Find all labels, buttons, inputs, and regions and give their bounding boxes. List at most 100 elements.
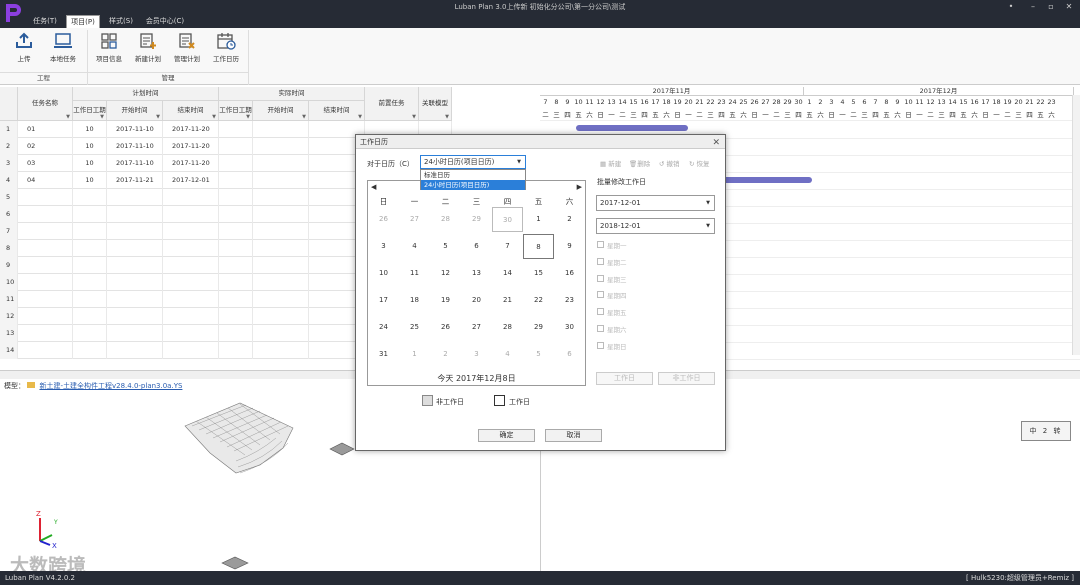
- calendar-day[interactable]: 2: [554, 207, 585, 232]
- calendar-day[interactable]: 14: [492, 261, 523, 286]
- feedback-icon[interactable]: •: [1000, 0, 1022, 14]
- weekday-checkbox[interactable]: [597, 257, 604, 265]
- work-calendar-button[interactable]: 工作日历: [207, 32, 245, 63]
- task-name-cell[interactable]: [18, 308, 73, 325]
- actual-start-cell[interactable]: [253, 172, 309, 189]
- calendar-day[interactable]: 29: [461, 207, 492, 232]
- actual-start-cell[interactable]: [253, 257, 309, 274]
- workdays-cell[interactable]: [73, 274, 107, 291]
- task-name-cell[interactable]: [18, 291, 73, 308]
- calendar-day[interactable]: 28: [430, 207, 461, 232]
- calendar-day[interactable]: 16: [554, 261, 585, 286]
- task-name-cell[interactable]: [18, 206, 73, 223]
- calendar-day[interactable]: 24: [368, 315, 399, 340]
- task-name-cell[interactable]: 02: [18, 138, 73, 155]
- new-plan-button[interactable]: 新建计划: [129, 32, 167, 63]
- filter-icon[interactable]: ▼: [302, 114, 306, 120]
- actual-start-cell[interactable]: [253, 325, 309, 342]
- end-date-cell[interactable]: [163, 240, 219, 257]
- weekday-checkbox[interactable]: [597, 308, 604, 316]
- calendar-day[interactable]: 20: [461, 288, 492, 313]
- workdays-cell[interactable]: 10: [73, 121, 107, 138]
- dropdown-option-standard[interactable]: 标准日历: [421, 170, 525, 180]
- actual-workdays-cell[interactable]: [219, 206, 253, 223]
- calendar-day[interactable]: 30: [492, 207, 523, 232]
- start-date-cell[interactable]: [107, 308, 163, 325]
- actual-workdays-cell[interactable]: [219, 240, 253, 257]
- end-date-cell[interactable]: [163, 274, 219, 291]
- calendar-day[interactable]: 30: [554, 315, 585, 340]
- calendar-day[interactable]: 11: [399, 261, 430, 286]
- actual-workdays-cell[interactable]: [219, 342, 253, 359]
- start-date-cell[interactable]: [107, 189, 163, 206]
- workdays-cell[interactable]: [73, 325, 107, 342]
- calendar-day[interactable]: 23: [554, 288, 585, 313]
- calendar-day[interactable]: 18: [399, 288, 430, 313]
- tab-member-center[interactable]: 会员中心(C): [142, 15, 188, 28]
- end-date-cell[interactable]: [163, 291, 219, 308]
- date-from-select[interactable]: 2017-12-01 ▼: [596, 195, 715, 211]
- calendar-day[interactable]: 4: [492, 342, 523, 367]
- end-date-cell[interactable]: [163, 342, 219, 359]
- workdays-cell[interactable]: 10: [73, 155, 107, 172]
- col-predecessor[interactable]: 前置任务 ▼: [365, 87, 419, 121]
- workdays-cell[interactable]: 10: [73, 138, 107, 155]
- calendar-day[interactable]: 2: [430, 342, 461, 367]
- calendar-day[interactable]: 6: [461, 234, 492, 259]
- workdays-cell[interactable]: [73, 291, 107, 308]
- calendar-day[interactable]: 12: [430, 261, 461, 286]
- actual-workdays-cell[interactable]: [219, 138, 253, 155]
- next-month-icon[interactable]: ▶: [577, 183, 582, 191]
- calendar-day[interactable]: 26: [430, 315, 461, 340]
- calendar-day[interactable]: 5: [523, 342, 554, 367]
- col-planned-end[interactable]: 结束时间 ▼: [163, 101, 219, 121]
- col-actual-end[interactable]: 结束时间 ▼: [309, 101, 365, 121]
- workdays-cell[interactable]: [73, 257, 107, 274]
- calendar-day[interactable]: 22: [523, 288, 554, 313]
- actual-workdays-cell[interactable]: [219, 257, 253, 274]
- calendar-day[interactable]: 3: [461, 342, 492, 367]
- actual-start-cell[interactable]: [253, 308, 309, 325]
- task-name-cell[interactable]: 01: [18, 121, 73, 138]
- workdays-cell[interactable]: [73, 223, 107, 240]
- col-actual-start[interactable]: 开始时间 ▼: [253, 101, 309, 121]
- workdays-cell[interactable]: [73, 308, 107, 325]
- filter-icon[interactable]: ▼: [246, 114, 250, 120]
- prev-month-icon[interactable]: ◀: [371, 183, 376, 191]
- task-name-cell[interactable]: [18, 274, 73, 291]
- workdays-cell[interactable]: [73, 189, 107, 206]
- tab-project[interactable]: 项目(P): [66, 15, 100, 28]
- weekday-checkbox[interactable]: [597, 325, 604, 332]
- start-date-cell[interactable]: 2017-11-10: [107, 138, 163, 155]
- calendar-day[interactable]: 26: [368, 207, 399, 232]
- calendar-select[interactable]: 24小时日历(项目日历) ▼: [420, 155, 526, 169]
- set-non-workday-button[interactable]: 非工作日: [658, 372, 715, 385]
- actual-workdays-cell[interactable]: [219, 223, 253, 240]
- filter-icon[interactable]: ▼: [100, 114, 104, 120]
- calendar-day[interactable]: 8: [523, 234, 554, 259]
- start-date-cell[interactable]: [107, 240, 163, 257]
- tab-style[interactable]: 样式(S): [104, 15, 138, 28]
- calendar-day[interactable]: 27: [461, 315, 492, 340]
- end-date-cell[interactable]: [163, 257, 219, 274]
- task-name-cell[interactable]: [18, 342, 73, 359]
- task-name-cell[interactable]: [18, 325, 73, 342]
- start-date-cell[interactable]: [107, 325, 163, 342]
- calendar-day[interactable]: 15: [523, 261, 554, 286]
- calendar-day[interactable]: 9: [554, 234, 585, 259]
- actual-start-cell[interactable]: [253, 138, 309, 155]
- start-date-cell[interactable]: [107, 291, 163, 308]
- calendar-day[interactable]: 31: [368, 342, 399, 367]
- end-date-cell[interactable]: 2017-12-01: [163, 172, 219, 189]
- actual-start-cell[interactable]: [253, 291, 309, 308]
- calendar-day[interactable]: 25: [399, 315, 430, 340]
- calendar-day[interactable]: 3: [368, 234, 399, 259]
- project-info-button[interactable]: 项目信息: [90, 32, 128, 63]
- actual-workdays-cell[interactable]: [219, 121, 253, 138]
- gantt-vscroll[interactable]: [1072, 95, 1080, 355]
- end-date-cell[interactable]: 2017-11-20: [163, 121, 219, 138]
- actual-start-cell[interactable]: [253, 240, 309, 257]
- task-name-cell[interactable]: 03: [18, 155, 73, 172]
- calendar-day[interactable]: 21: [492, 288, 523, 313]
- start-date-cell[interactable]: 2017-11-21: [107, 172, 163, 189]
